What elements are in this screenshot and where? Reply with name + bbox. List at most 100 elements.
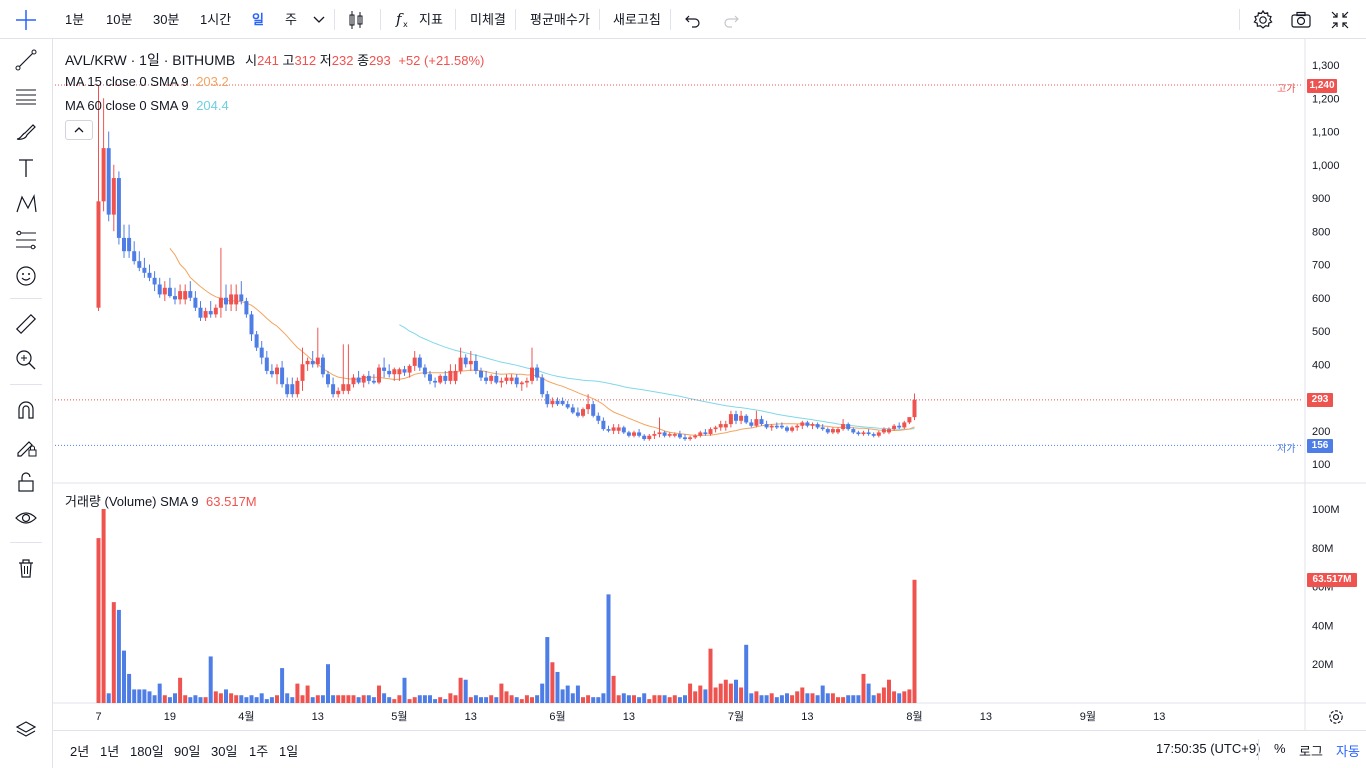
volume-bar [116,609,121,703]
candle-body [264,357,269,371]
clock[interactable]: 17:50:35 (UTC+9) [1156,741,1260,756]
open-orders-button[interactable]: 미체결 [470,0,506,39]
candle-body [677,434,682,438]
indicators-button[interactable]: 지표 [419,0,443,39]
magnet-icon[interactable] [13,397,39,423]
range-1w[interactable]: 1주 [249,741,268,760]
trash-icon[interactable] [13,555,39,581]
candle-body [856,432,861,435]
candle-body [540,377,545,395]
candle-body [504,377,509,381]
text-icon[interactable] [13,155,39,181]
range-1y[interactable]: 1년 [100,741,119,760]
candle-body [361,375,366,383]
range-1d[interactable]: 1일 [279,741,298,760]
candle-body [489,375,494,381]
ma15-legend[interactable]: MA 15 close 0 SMA 9 203.2 [65,74,229,89]
interval-1h[interactable]: 1시간 [200,0,231,39]
collapse-legend-button[interactable] [65,120,93,140]
volume-bar [902,691,907,703]
candle-body [805,422,810,426]
volume-bar [331,695,336,703]
change-value: +52 (+21.58%) [398,53,485,68]
ma15-label: MA 15 close 0 SMA 9 [65,74,189,89]
horizontal-lines-icon[interactable] [13,83,39,109]
high-value: 312 [294,53,317,68]
volume-bar [422,695,427,703]
camera-icon[interactable] [1288,7,1314,33]
volume-bar [846,695,851,703]
unlock-icon[interactable] [13,469,39,495]
range-30d[interactable]: 30일 [211,741,237,760]
candle-body [162,287,167,295]
candle-body [96,201,101,308]
crosshair-icon[interactable] [14,8,38,32]
candle-body [728,414,733,425]
candle-body [295,380,300,395]
avg-price-button[interactable]: 평균매수가 [530,0,590,39]
candlestick-type-icon[interactable] [343,7,369,33]
price-chart[interactable]: 1,300 1,200 1,100 1,000 900 800 700 600 500 400 30… [0,0,1366,768]
interval-30m[interactable]: 30분 [153,0,179,39]
volume-bar [305,685,310,703]
volume-bar [392,699,397,703]
chevron-down-icon[interactable] [306,7,332,33]
candle-body [377,367,381,383]
eye-icon[interactable] [13,505,39,531]
refresh-button[interactable]: 새로고침 [613,0,661,39]
candle-body [637,432,642,436]
volume-bar [912,579,917,703]
redo-icon[interactable] [718,7,744,33]
layers-icon[interactable] [13,717,39,743]
volume-bar [157,683,162,703]
zoom-in-icon[interactable] [13,347,39,373]
axis-settings-icon[interactable] [1326,707,1346,727]
auto-toggle[interactable]: 자동 [1336,741,1360,760]
time-tick-label: 4월 [238,710,254,723]
volume-bar [647,699,652,703]
interval-1d[interactable]: 일 [252,0,264,39]
range-2y[interactable]: 2년 [70,741,89,760]
time-tick-label: 13 [801,711,813,723]
candle-body [693,435,698,438]
volume-bar [111,602,116,703]
brush-icon[interactable] [13,119,39,145]
lock-drawing-icon[interactable] [13,433,39,459]
ma60-legend[interactable]: MA 60 close 0 SMA 9 204.4 [65,98,229,113]
candle-body [116,178,121,238]
ruler-icon[interactable] [13,311,39,337]
emoji-icon[interactable] [13,263,39,289]
interval-1m[interactable]: 1분 [65,0,84,39]
volume-bar [433,699,438,703]
volume-bar [178,677,183,703]
candle-body [473,360,478,371]
candle-body [902,422,907,428]
undo-icon[interactable] [680,7,706,33]
candle-body [744,415,749,423]
last-price-tag: 293 [1307,393,1333,407]
volume-legend[interactable]: 거래량 (Volume) SMA 9 63.517M [65,491,257,510]
volume-bar [830,693,835,703]
settings-gear-icon[interactable] [1250,7,1276,33]
trend-line-icon[interactable] [13,47,39,73]
interval-1w[interactable]: 주 [285,0,297,39]
candle-body [555,400,560,405]
fib-icon[interactable] [13,227,39,253]
range-90d[interactable]: 90일 [174,741,200,760]
ma60-label: MA 60 close 0 SMA 9 [65,98,189,113]
volume-bar [545,637,550,703]
price-reference-lines [55,84,1303,446]
fullscreen-exit-icon[interactable] [1327,7,1353,33]
pattern-icon[interactable] [13,191,39,217]
volume-bar [637,697,642,703]
percent-toggle[interactable]: % [1274,741,1286,756]
ma15-path [169,247,915,436]
candle-body [647,435,652,440]
function-icon[interactable]: f x [390,7,416,33]
candle-body [785,427,789,431]
log-toggle[interactable]: 로그 [1299,741,1323,760]
range-180d[interactable]: 180일 [130,741,164,760]
interval-10m[interactable]: 10분 [106,0,132,39]
volume-bar [489,695,494,703]
volume-bar [591,697,596,703]
